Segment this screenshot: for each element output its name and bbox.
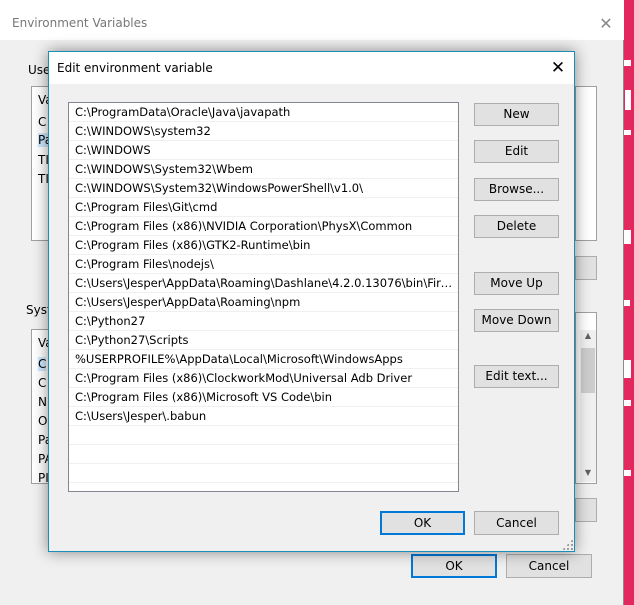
path-list-item[interactable]: C:\ProgramData\Oracle\Java\javapath	[69, 103, 458, 122]
path-list-item[interactable]: C:\WINDOWS	[69, 141, 458, 160]
user-delete-button[interactable]	[575, 256, 597, 280]
system-list-item[interactable]: N	[38, 395, 47, 409]
outer-titlebar: Environment Variables ✕	[0, 0, 624, 40]
path-list-item[interactable]: C:\WINDOWS\system32	[69, 122, 458, 141]
dialog-title: Edit environment variable	[57, 61, 213, 75]
resize-grip-icon[interactable]	[562, 539, 573, 550]
new-button[interactable]: New	[474, 103, 559, 126]
move-down-button[interactable]: Move Down	[474, 309, 559, 332]
path-list-empty-row	[69, 464, 458, 483]
path-list-item[interactable]: C:\Program Files (x86)\ClockworkMod\Univ…	[69, 369, 458, 388]
cancel-button[interactable]: Cancel	[474, 511, 559, 535]
outer-cancel-button[interactable]: Cancel	[506, 554, 592, 578]
path-list[interactable]: C:\ProgramData\Oracle\Java\javapath C:\W…	[68, 102, 459, 492]
system-list-item[interactable]: C	[38, 357, 47, 371]
path-list-item[interactable]: %USERPROFILE%\AppData\Local\Microsoft\Wi…	[69, 350, 458, 369]
path-list-item[interactable]: C:\Program Files (x86)\GTK2-Runtime\bin	[69, 236, 458, 255]
path-list-item[interactable]: C:\WINDOWS\System32\Wbem	[69, 160, 458, 179]
path-list-empty-row	[69, 426, 458, 445]
dialog-titlebar: Edit environment variable ✕	[49, 52, 574, 84]
path-list-item[interactable]: C:\WINDOWS\System32\WindowsPowerShell\v1…	[69, 179, 458, 198]
scroll-down-arrow-icon[interactable]: ▼	[580, 468, 596, 477]
dialog-close-icon[interactable]: ✕	[544, 54, 572, 82]
system-list-item[interactable]: O	[38, 414, 47, 428]
ok-button[interactable]: OK	[380, 511, 465, 535]
system-list-scrollbar[interactable]: ▲ ▼	[580, 330, 596, 482]
path-list-item[interactable]: C:\Program Files (x86)\Microsoft VS Code…	[69, 388, 458, 407]
delete-button[interactable]: Delete	[474, 215, 559, 238]
browse-button[interactable]: Browse...	[474, 178, 559, 201]
system-list-item[interactable]: C	[38, 376, 46, 390]
move-up-button[interactable]: Move Up	[474, 272, 559, 295]
edit-button[interactable]: Edit	[474, 140, 559, 163]
path-list-empty-row	[69, 445, 458, 464]
outer-ok-button[interactable]: OK	[411, 554, 497, 578]
path-list-item[interactable]: C:\Program Files\Git\cmd	[69, 198, 458, 217]
user-list-item[interactable]: C	[38, 115, 46, 129]
outer-window-title: Environment Variables	[12, 16, 148, 30]
edit-environment-variable-dialog: Edit environment variable ✕ C:\ProgramDa…	[48, 51, 575, 552]
path-list-item[interactable]: C:\Python27	[69, 312, 458, 331]
path-list-item[interactable]: C:\Users\Jesper\AppData\Roaming\Dashlane…	[69, 274, 458, 293]
path-list-item[interactable]: C:\Users\Jesper\.babun	[69, 407, 458, 426]
scrollbar-thumb[interactable]	[581, 348, 595, 393]
system-delete-button[interactable]	[575, 498, 597, 522]
path-list-item[interactable]: C:\Python27\Scripts	[69, 331, 458, 350]
outer-close-icon[interactable]: ✕	[586, 10, 626, 38]
scroll-up-arrow-icon[interactable]: ▲	[580, 331, 596, 340]
edit-text-button[interactable]: Edit text...	[474, 365, 559, 388]
path-list-item[interactable]: C:\Program Files\nodejs\	[69, 255, 458, 274]
user-list-right-edge	[575, 86, 597, 241]
path-list-item[interactable]: C:\Users\Jesper\AppData\Roaming\npm	[69, 293, 458, 312]
path-list-item[interactable]: C:\Program Files (x86)\NVIDIA Corporatio…	[69, 217, 458, 236]
